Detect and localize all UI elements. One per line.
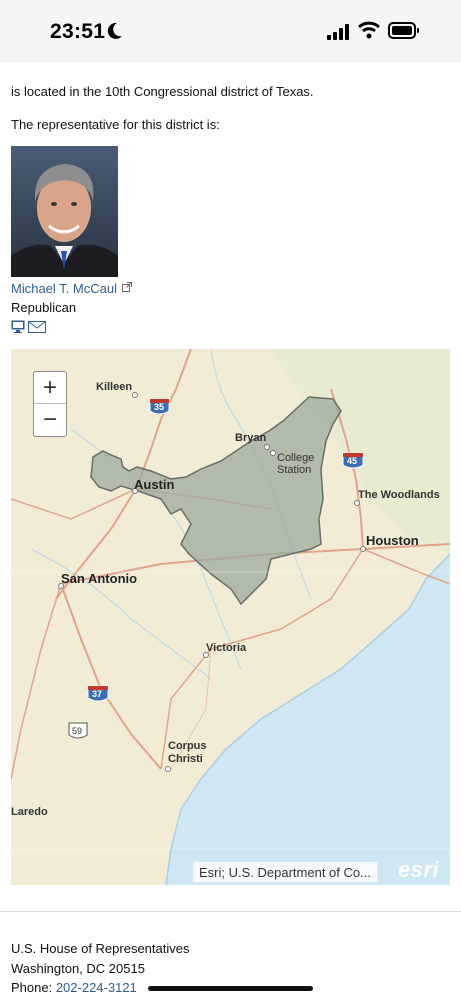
clock: 23:51 <box>50 20 106 43</box>
map-attribution[interactable]: Esri; U.S. Department of Co... <box>193 862 377 882</box>
map-label-corpus: Corpus <box>168 740 207 752</box>
representative-photo <box>11 146 118 277</box>
email-icon[interactable] <box>28 321 46 333</box>
map-label-station: Station <box>277 464 312 476</box>
map-label-killeen: Killeen <box>96 381 133 393</box>
map-label-houston: Houston <box>366 533 419 548</box>
map-label-victoria: Victoria <box>206 642 247 654</box>
i37-label: 37 <box>92 689 103 699</box>
phone-link[interactable]: 202-224-3121 <box>56 980 137 995</box>
basemap <box>11 349 450 885</box>
zoom-in-button[interactable]: + <box>34 372 66 404</box>
footer-phone: Phone: 202-224-3121 <box>11 980 137 995</box>
us59-label: 59 <box>72 726 83 736</box>
map-label-christi: Christi <box>168 753 203 765</box>
wifi-icon <box>358 21 380 39</box>
phone-label: Phone: <box>11 980 53 995</box>
battery-icon <box>388 22 419 39</box>
map-label-san-antonio: San Antonio <box>61 571 138 586</box>
map-label-bryan: Bryan <box>235 432 267 444</box>
district-text: is located in the 10th Congressional dis… <box>11 84 314 99</box>
representative-party: Republican <box>11 300 77 315</box>
footer-divider <box>0 911 461 912</box>
zoom-control: + − <box>33 371 67 437</box>
map-label-laredo: Laredo <box>11 806 48 818</box>
representative-name-link[interactable]: Michael T. McCaul <box>11 281 117 296</box>
footer-address: Washington, DC 20515 <box>11 961 145 976</box>
website-icon[interactable] <box>11 320 25 333</box>
representative-intro: The representative for this district is: <box>11 117 220 132</box>
map-label-college: College <box>277 452 315 464</box>
home-indicator[interactable] <box>148 986 313 991</box>
esri-logo[interactable]: esri <box>398 857 439 883</box>
map-label-austin: Austin <box>134 477 175 492</box>
moon-icon <box>107 22 122 39</box>
footer-org: U.S. House of Representatives <box>11 941 190 956</box>
map-label-the-woodlands: The Woodlands <box>358 489 440 501</box>
i35-label: 35 <box>154 402 165 412</box>
zoom-out-button[interactable]: − <box>34 404 66 436</box>
district-map[interactable]: 35 45 37 59 Killeen Bryan College Statio… <box>11 349 450 885</box>
signal-icon <box>327 24 349 40</box>
status-bar: 23:51 <box>0 0 461 62</box>
external-link-icon[interactable] <box>122 282 132 292</box>
i45-label: 45 <box>347 456 358 466</box>
